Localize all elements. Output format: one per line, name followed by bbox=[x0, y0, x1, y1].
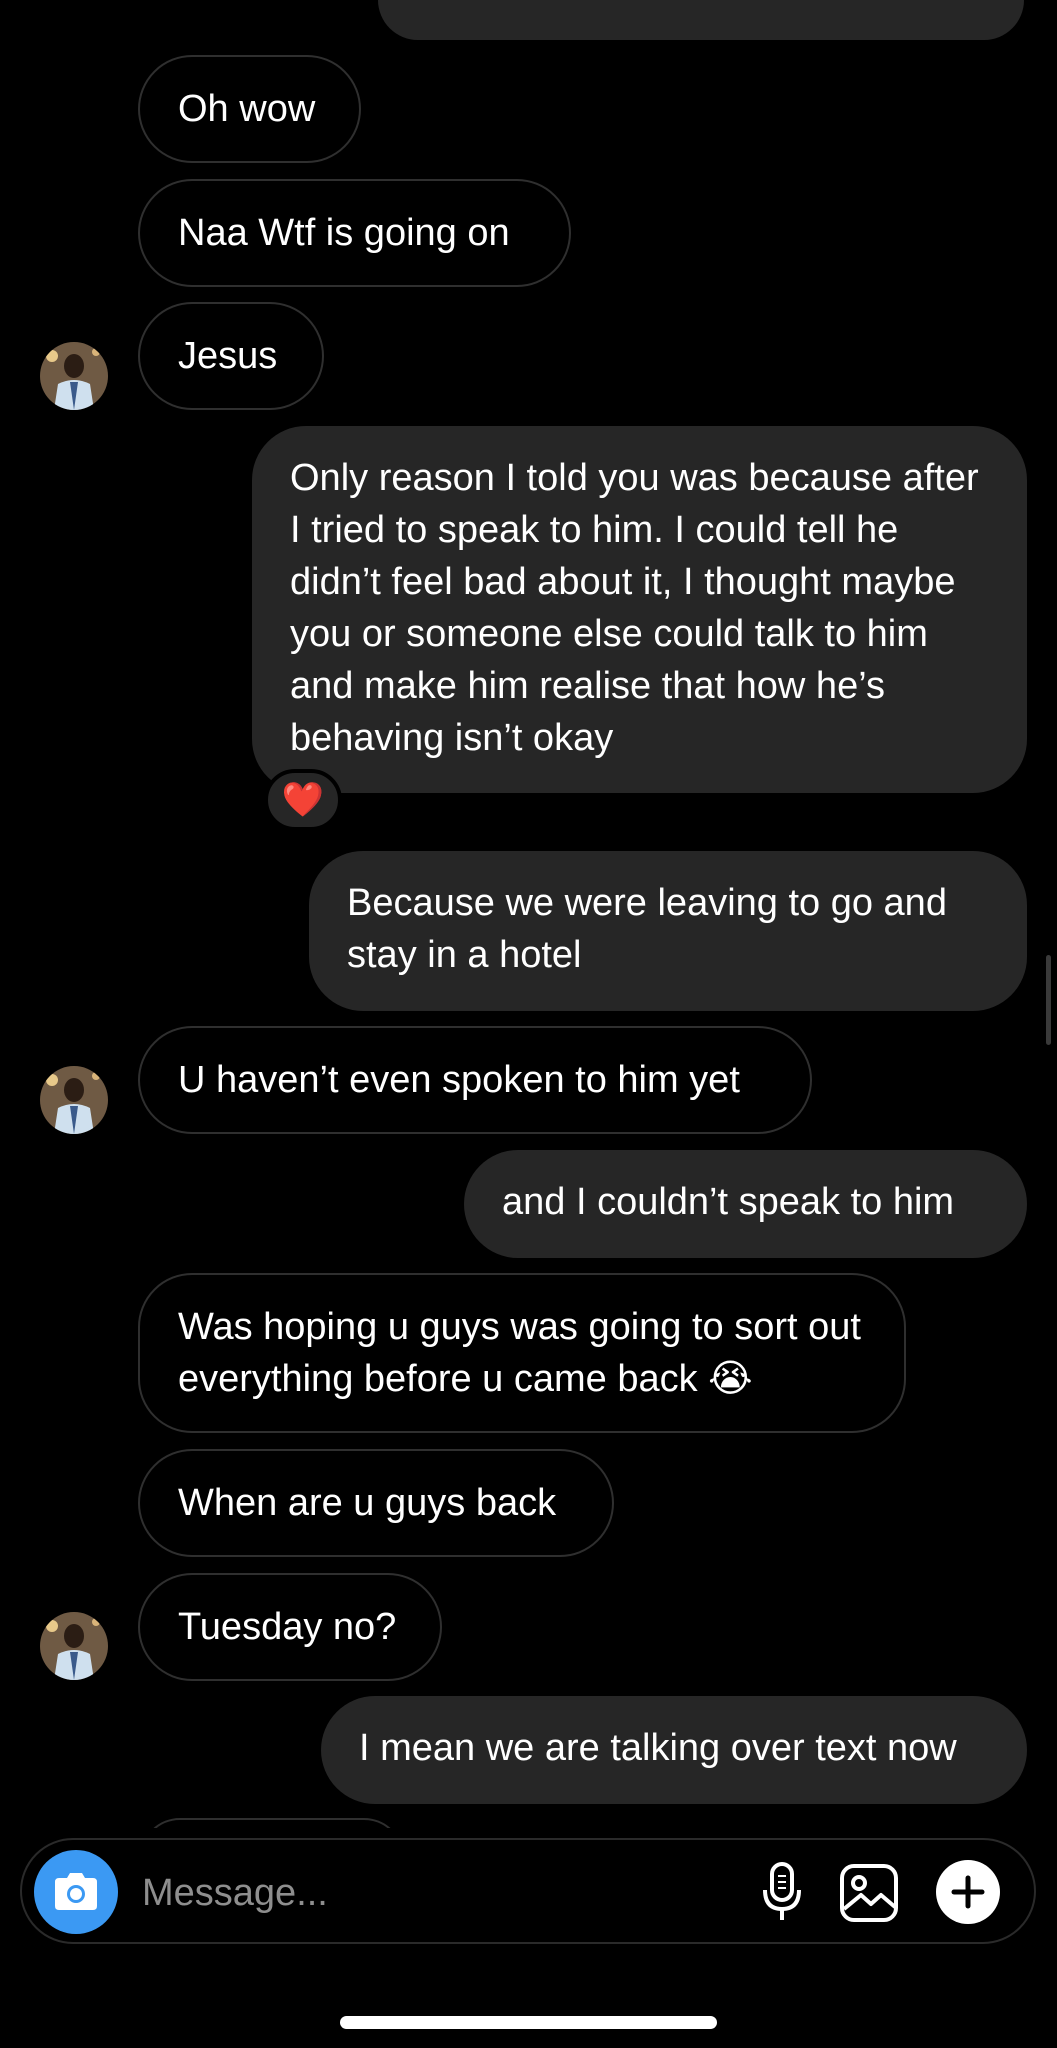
message-composer bbox=[20, 1838, 1036, 1944]
message-text: Oh wow bbox=[178, 88, 316, 130]
message-bubble-received[interactable]: Oh wow bbox=[138, 55, 361, 163]
contact-photo-icon bbox=[40, 1066, 108, 1134]
message-bubble-sent[interactable]: Only reason I told you was because after… bbox=[252, 426, 1027, 793]
message-text: and I couldn’t speak to him bbox=[502, 1181, 955, 1223]
message-bubble-received[interactable]: Jesus bbox=[138, 302, 324, 410]
contact-photo-icon bbox=[40, 342, 108, 410]
scrollbar[interactable] bbox=[1046, 955, 1051, 1045]
message-text: Because we were leaving to go and stay i… bbox=[347, 882, 947, 976]
camera-icon bbox=[55, 1873, 97, 1910]
message-bubble-received[interactable]: When are u guys back bbox=[138, 1449, 614, 1557]
message-input[interactable] bbox=[140, 1864, 744, 1922]
message-text: Only reason I told you was because after… bbox=[290, 457, 979, 759]
microphone-icon bbox=[763, 1862, 801, 1920]
message-bubble-received[interactable]: Naa Wtf is going on bbox=[138, 179, 571, 287]
avatar[interactable] bbox=[40, 1066, 108, 1134]
gallery-button[interactable] bbox=[836, 1860, 902, 1926]
heart-icon: ❤️ bbox=[281, 781, 325, 819]
message-text: I mean we are talking over text now bbox=[359, 1727, 957, 1769]
avatar[interactable] bbox=[40, 1612, 108, 1680]
home-indicator[interactable] bbox=[340, 2016, 717, 2029]
message-bubble-received[interactable]: U haven’t even spoken to him yet bbox=[138, 1026, 812, 1134]
message-text: Naa Wtf is going on bbox=[178, 212, 510, 254]
message-text: Jesus bbox=[178, 335, 278, 377]
message-text: Tuesday no? bbox=[178, 1606, 397, 1648]
message-bubble-sent[interactable]: and I couldn’t speak to him bbox=[464, 1150, 1027, 1258]
message-bubble-received[interactable]: Tuesday no? bbox=[138, 1573, 442, 1681]
plus-icon bbox=[951, 1875, 985, 1909]
add-button[interactable] bbox=[936, 1860, 1000, 1924]
message-bubble-sent[interactable]: I mean we are talking over text now bbox=[321, 1696, 1027, 1804]
message-bubble-sent[interactable]: Because we were leaving to go and stay i… bbox=[309, 851, 1027, 1011]
partial-sent-bubble-top bbox=[378, 0, 1024, 40]
camera-button[interactable] bbox=[34, 1850, 118, 1934]
message-text: Was hoping u guys was going to sort out … bbox=[178, 1306, 861, 1400]
message-bubble-received[interactable]: Was hoping u guys was going to sort out … bbox=[138, 1273, 906, 1433]
microphone-button[interactable] bbox=[752, 1860, 812, 1926]
message-text: When are u guys back bbox=[178, 1482, 557, 1524]
gallery-icon bbox=[840, 1864, 898, 1922]
message-text: U haven’t even spoken to him yet bbox=[178, 1059, 740, 1101]
avatar[interactable] bbox=[40, 342, 108, 410]
heart-reaction[interactable]: ❤️ bbox=[264, 769, 342, 831]
contact-photo-icon bbox=[40, 1612, 108, 1680]
